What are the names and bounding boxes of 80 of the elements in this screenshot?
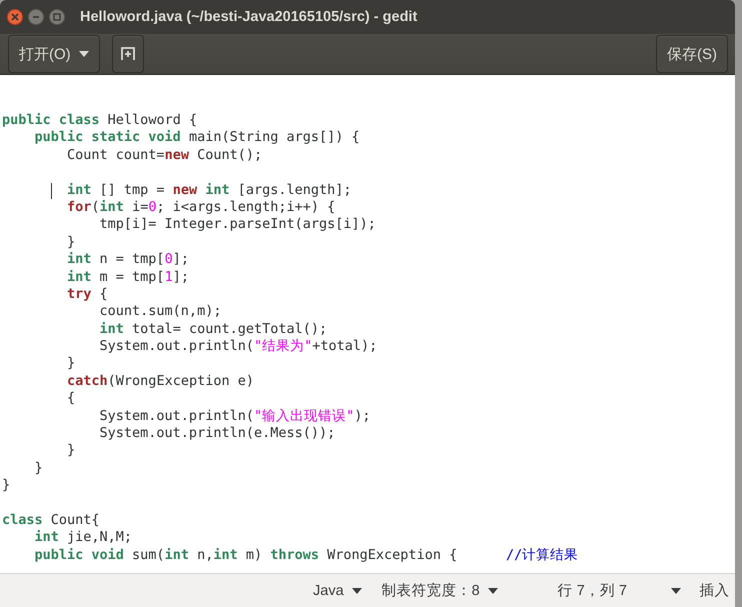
code-text: }: [66, 442, 76, 460]
code-text: }: [66, 234, 76, 252]
code-keyword: int: [66, 268, 92, 286]
code-keyword: public void: [34, 546, 124, 564]
caret-icon: [352, 588, 362, 594]
position-dropdown[interactable]: [670, 588, 681, 594]
code-number: 0: [148, 198, 156, 216]
code-text: ; i<args.length;i++) {: [156, 198, 336, 216]
code-text: [args.length];: [236, 182, 352, 199]
code-keyword: int: [66, 251, 92, 269]
code-text: n,: [196, 546, 214, 564]
code-text: }: [66, 355, 76, 373]
code-text: n = tmp[: [98, 251, 165, 269]
code-text: {: [66, 390, 76, 408]
code-keyword: public class: [2, 112, 100, 130]
new-tab-icon: [120, 47, 135, 61]
caret-icon: [78, 51, 89, 57]
code-text: {: [98, 286, 108, 304]
code-text: }: [2, 477, 10, 495]
code-text: (WrongException e): [108, 372, 254, 390]
caret-icon: [670, 588, 681, 594]
code-text: ];: [172, 268, 189, 286]
code-keyword: try: [66, 286, 92, 304]
code-text: System.out.println(e.Mess());: [98, 425, 336, 442]
code-text: [] tmp =: [98, 182, 166, 199]
code-keyword: int: [66, 182, 92, 199]
code-text: main(String args[]) {: [188, 129, 360, 147]
code-text: jie,N,M;: [66, 529, 132, 547]
open-button[interactable]: 打开(O): [8, 35, 100, 73]
code-text: }: [34, 460, 43, 478]
code-keyword: int: [213, 546, 238, 564]
maximize-icon: [53, 13, 61, 21]
code-number: 0: [164, 251, 173, 269]
window-title: Helloword.java (~/besti-Java20165105/src) - gedit: [80, 9, 418, 25]
cursor-position: 行 7，列 7: [558, 582, 628, 600]
caret-icon: [488, 588, 498, 594]
code-text: Count count=: [66, 146, 165, 164]
code-text: sum(: [131, 546, 165, 564]
code-text: +total);: [312, 338, 378, 356]
code-keyword: int: [34, 529, 59, 547]
code-keyword: new: [164, 146, 189, 164]
code-number: 1: [164, 268, 173, 286]
minimize-button[interactable]: [28, 9, 44, 25]
code-text: Count();: [196, 146, 262, 164]
code-keyword: int: [98, 320, 124, 338]
code-keyword: class: [2, 512, 43, 530]
code-comment: //计算结果: [504, 546, 578, 564]
code-text: tmp[i]= Integer.parseInt(args[i]);: [98, 216, 376, 234]
code-keyword: new: [172, 182, 198, 199]
code-keyword: int: [164, 546, 189, 564]
code-keyword: for: [66, 198, 92, 216]
code-text: WrongException {: [326, 546, 458, 564]
code-text: (: [91, 198, 100, 216]
code-text: );: [354, 408, 370, 426]
code-string: "输入出现错误": [254, 408, 354, 426]
insert-mode: 插入: [700, 582, 730, 600]
code-keyword: catch: [66, 372, 108, 390]
code-text: m): [244, 546, 262, 564]
code-text: Count{: [50, 512, 100, 530]
save-button[interactable]: 保存(S): [656, 35, 728, 73]
code-text: ];: [172, 251, 189, 269]
new-tab-button[interactable]: [112, 35, 144, 73]
code-text: System.out.println(: [98, 408, 254, 426]
code-text: System.out.println(: [98, 338, 254, 356]
code-text: Helloword {: [106, 112, 198, 130]
code-keyword: public static void: [34, 129, 181, 147]
minimize-icon: [32, 13, 40, 21]
code-keyword: int: [204, 182, 230, 199]
code-text: total= count.getTotal();: [131, 320, 328, 338]
code-text: i=: [131, 198, 148, 216]
close-icon: [11, 13, 19, 21]
code-string: "结果为": [254, 338, 312, 356]
maximize-button[interactable]: [49, 9, 65, 25]
code-text: count.sum(n,m);: [98, 303, 222, 321]
language-dropdown[interactable]: Java: [313, 582, 362, 598]
code-keyword: int: [100, 198, 124, 216]
code-keyword: throws: [269, 546, 320, 564]
code-text: m = tmp[: [98, 268, 165, 286]
close-button[interactable]: [7, 9, 23, 25]
tab-width-dropdown[interactable]: 制表符宽度：8: [382, 581, 498, 600]
